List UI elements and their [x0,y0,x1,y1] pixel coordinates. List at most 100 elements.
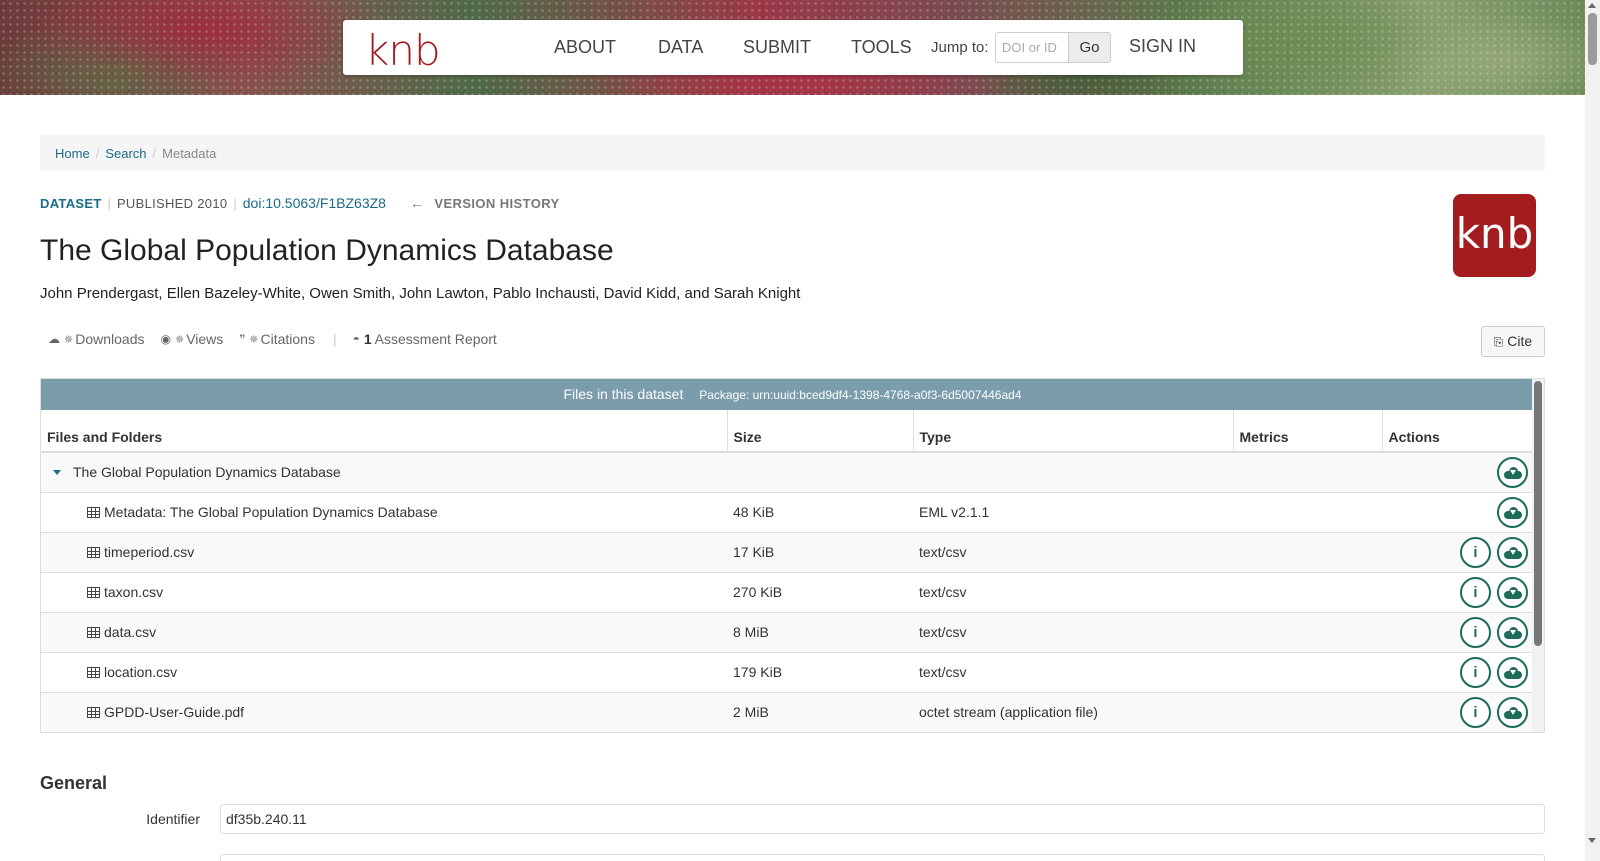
breadcrumb-current: Metadata [162,146,217,161]
file-size: 2 MiB [727,691,913,732]
file-name[interactable]: GPDD-User-Guide.pdf [104,704,244,720]
file-name[interactable]: location.csv [104,664,177,680]
dataset-type-label: DATASET [40,195,102,211]
cloud-download-icon [1503,586,1522,599]
assessment-report-link[interactable]: ◓ 1 Assessment Report [353,331,497,347]
cloud-download-icon [1503,546,1522,559]
table-row: Metadata: The Global Population Dynamics… [41,491,1534,532]
info-icon: i [1473,703,1478,721]
citations-metric[interactable]: ” ✵ Citations [239,331,315,347]
download-button[interactable] [1497,576,1528,608]
files-header-title: Files in this dataset [563,386,684,402]
info-icon: i [1473,663,1478,681]
file-size: 8 MiB [727,611,913,652]
file-metrics [1233,611,1382,652]
table-row: GPDD-User-Guide.pdf 2 MiB octet stream (… [41,691,1534,732]
files-table: Files and Folders Size Type Metrics Acti… [41,410,1534,732]
cloud-download-icon [1503,706,1522,719]
cloud-download-icon [1503,626,1522,639]
scroll-down-icon[interactable] [1588,838,1596,843]
views-label: Views [186,331,224,347]
download-folder-button[interactable] [1497,456,1528,488]
download-button[interactable] [1497,696,1528,728]
download-button[interactable] [1497,616,1528,648]
jump-to-label: Jump to: [931,39,989,56]
file-name[interactable]: timeperiod.csv [104,544,194,560]
next-field-box [220,854,1545,861]
table-icon [87,587,100,598]
copy-icon: ⎘ [1493,335,1504,349]
version-history-link[interactable]: ← VERSION HISTORY [410,195,560,211]
file-metrics [1233,531,1382,572]
assessment-count: 1 [363,331,372,347]
info-button[interactable]: i [1460,616,1491,648]
file-type: text/csv [913,611,1233,652]
info-icon: i [1473,623,1478,641]
file-size: 179 KiB [727,651,913,692]
jump-to-input[interactable] [995,32,1069,63]
cite-button[interactable]: ⎘ Cite [1481,326,1545,357]
file-metrics [1233,651,1382,692]
file-name[interactable]: taxon.csv [104,584,163,600]
nav-about[interactable]: ABOUT [554,37,616,58]
scroll-thumb[interactable] [1588,13,1597,65]
table-icon [87,507,100,518]
breadcrumb-home[interactable]: Home [55,146,90,161]
table-icon [87,667,100,678]
file-size: 17 KiB [727,531,913,572]
column-size: Size [726,410,913,453]
page-title: The Global Population Dynamics Database [40,234,614,267]
folder-name: The Global Population Dynamics Database [73,464,341,481]
file-metrics [1233,491,1382,532]
download-button[interactable] [1497,496,1528,528]
published-label: PUBLISHED 2010 [116,195,228,211]
info-button[interactable]: i [1460,536,1491,568]
caret-down-icon[interactable] [53,470,61,476]
scroll-up-icon[interactable] [1588,3,1596,8]
cloud-download-icon: ☁ [48,332,60,346]
citations-label: Citations [260,331,315,347]
loading-spinner-icon: ✵ [249,333,259,346]
files-table-scrollbar[interactable] [1532,379,1544,732]
table-icon [87,707,100,719]
doi-link[interactable]: doi:10.5063/F1BZ63Z8 [243,195,386,211]
meta-divider: | [107,195,111,211]
cite-label: Cite [1507,333,1533,349]
downloads-metric[interactable]: ☁ ✵ Downloads [48,331,144,347]
sign-in-link[interactable]: SIGN IN [1129,36,1196,57]
top-navbar: knb ABOUT DATA SUBMIT TOOLS Jump to: Go … [343,20,1243,75]
knb-logo[interactable]: knb [365,26,441,75]
download-button[interactable] [1497,536,1528,568]
version-history-label: VERSION HISTORY [434,195,560,211]
nav-data[interactable]: DATA [658,37,703,58]
info-icon: i [1473,583,1478,601]
table-row: location.csv 179 KiB text/csv i [41,651,1534,692]
page-scrollbar[interactable] [1585,0,1600,861]
knb-repository-badge: knb [1453,194,1536,277]
file-type: EML v2.1.1 [913,491,1233,532]
file-type: text/csv [913,531,1233,572]
file-metrics [1233,571,1382,612]
file-name[interactable]: data.csv [104,624,156,640]
views-metric[interactable]: ◉ ✵ Views [160,331,223,347]
assessment-label: Assessment Report [374,331,497,347]
identifier-value[interactable]: df35b.240.11 [220,804,1545,834]
file-type: text/csv [913,571,1233,612]
breadcrumb-search[interactable]: Search [105,146,146,161]
nav-submit[interactable]: SUBMIT [743,37,811,58]
arrow-left-icon: ← [409,195,425,211]
authors-list: John Prendergast, Ellen Bazeley-White, O… [40,285,801,302]
info-button[interactable]: i [1460,696,1491,728]
file-type: octet stream (application file) [913,691,1233,732]
download-button[interactable] [1497,656,1528,688]
go-button[interactable]: Go [1068,32,1111,63]
cloud-download-icon [1503,666,1522,679]
info-button[interactable]: i [1460,656,1491,688]
file-name[interactable]: Metadata: The Global Population Dynamics… [104,504,438,520]
nav-tools[interactable]: TOOLS [851,37,912,58]
quote-icon: ” [239,332,246,346]
info-button[interactable]: i [1460,576,1491,608]
table-row: timeperiod.csv 17 KiB text/csv i [41,531,1534,572]
cloud-download-icon [1503,466,1522,479]
files-table-scroll-thumb[interactable] [1534,381,1542,646]
